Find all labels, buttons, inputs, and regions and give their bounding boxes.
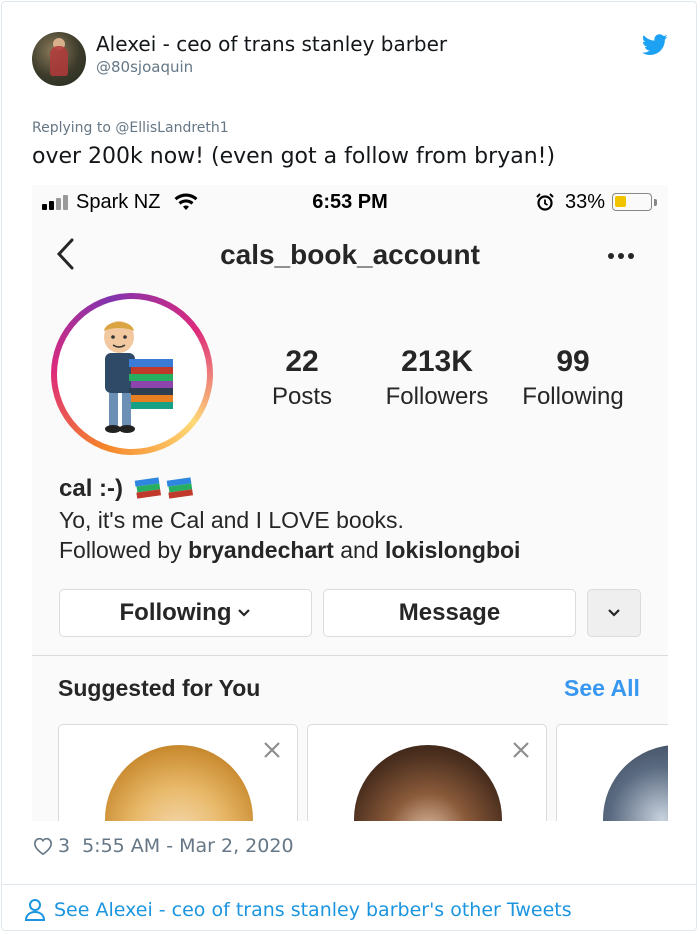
see-other-tweets-link[interactable]: See Alexei - ceo of trans stanley barber… <box>24 896 572 924</box>
following-button[interactable]: Following <box>59 589 312 637</box>
followed-by-and: and <box>340 537 379 563</box>
alarm-icon <box>536 193 554 211</box>
bio-text: Yo, it's me Cal and I LOVE books. <box>59 507 404 533</box>
followed-by-user-1[interactable]: bryandechart <box>188 537 334 563</box>
battery-fill <box>615 196 626 207</box>
stat-following[interactable]: 99 Following <box>503 345 643 411</box>
bitmoji-avatar-image <box>104 321 173 433</box>
see-other-tweets-label: See Alexei - ceo of trans stanley barber… <box>54 899 572 921</box>
message-button[interactable]: Message <box>323 589 576 637</box>
followed-by-user-2[interactable]: lokislongboi <box>385 537 520 563</box>
battery-percent: 33% <box>565 191 606 213</box>
tweet-timestamp[interactable]: 5:55 AM - Mar 2, 2020 <box>82 835 293 857</box>
following-count: 99 <box>556 345 590 378</box>
profile-avatar-story-ring[interactable] <box>51 293 213 455</box>
chevron-down-icon <box>238 609 251 617</box>
close-icon[interactable] <box>263 741 281 759</box>
bio-name: cal :-) <box>59 475 124 502</box>
like-count[interactable]: 3 <box>58 835 70 857</box>
followers-count: 213K <box>401 345 473 378</box>
close-icon[interactable] <box>512 741 530 759</box>
tweet-text: over 200k now! (even got a follow from b… <box>32 144 556 169</box>
suggested-card[interactable] <box>58 724 298 821</box>
followers-label: Followers <box>385 383 489 410</box>
battery-icon <box>612 193 652 211</box>
footer-divider <box>2 884 696 885</box>
profile-username: cals_book_account <box>220 239 480 270</box>
battery-tip <box>654 199 657 206</box>
ios-status-bar: Spark NZ 6:53 PM 33% <box>32 185 668 221</box>
tweet-footer: 3 5:55 AM - Mar 2, 2020 <box>32 834 294 858</box>
more-options-icon[interactable] <box>606 251 636 261</box>
profile-avatar <box>57 299 207 449</box>
suggested-toggle-button[interactable] <box>587 589 641 637</box>
posts-count: 22 <box>285 345 319 378</box>
replying-to[interactable]: Replying to @EllisLandreth1 <box>32 120 229 136</box>
stat-followers[interactable]: 213K Followers <box>367 345 507 411</box>
suggested-title: Suggested for You <box>58 675 261 701</box>
avatar-figure <box>50 46 68 76</box>
followed-by-line: Followed by bryandechart and lokislongbo… <box>59 537 520 564</box>
posts-label: Posts <box>271 383 333 410</box>
chevron-down-icon <box>608 609 620 617</box>
following-button-label: Following <box>119 599 232 626</box>
twitter-bird-icon[interactable] <box>642 34 668 56</box>
person-icon <box>24 899 46 921</box>
see-all-link[interactable]: See All <box>564 675 640 702</box>
following-label: Following <box>522 383 624 410</box>
author-avatar[interactable] <box>32 32 86 86</box>
suggested-user-avatar[interactable] <box>603 745 668 821</box>
suggested-user-avatar[interactable] <box>354 745 502 821</box>
suggested-card[interactable] <box>307 724 547 821</box>
books-emoji-icon <box>134 477 193 499</box>
message-button-label: Message <box>398 599 501 626</box>
suggested-user-avatar[interactable] <box>105 745 253 821</box>
author-handle[interactable]: @80sjoaquin <box>96 58 193 76</box>
section-divider <box>32 655 668 656</box>
stat-posts[interactable]: 22 Posts <box>232 345 372 411</box>
suggested-card[interactable] <box>556 724 668 821</box>
author-display-name[interactable]: Alexei - ceo of trans stanley barber <box>96 32 447 56</box>
embedded-instagram-screenshot[interactable]: Spark NZ 6:53 PM 33% cals_book_account 2… <box>32 185 668 821</box>
heart-icon[interactable] <box>32 836 54 856</box>
followed-by-prefix: Followed by <box>59 537 182 563</box>
